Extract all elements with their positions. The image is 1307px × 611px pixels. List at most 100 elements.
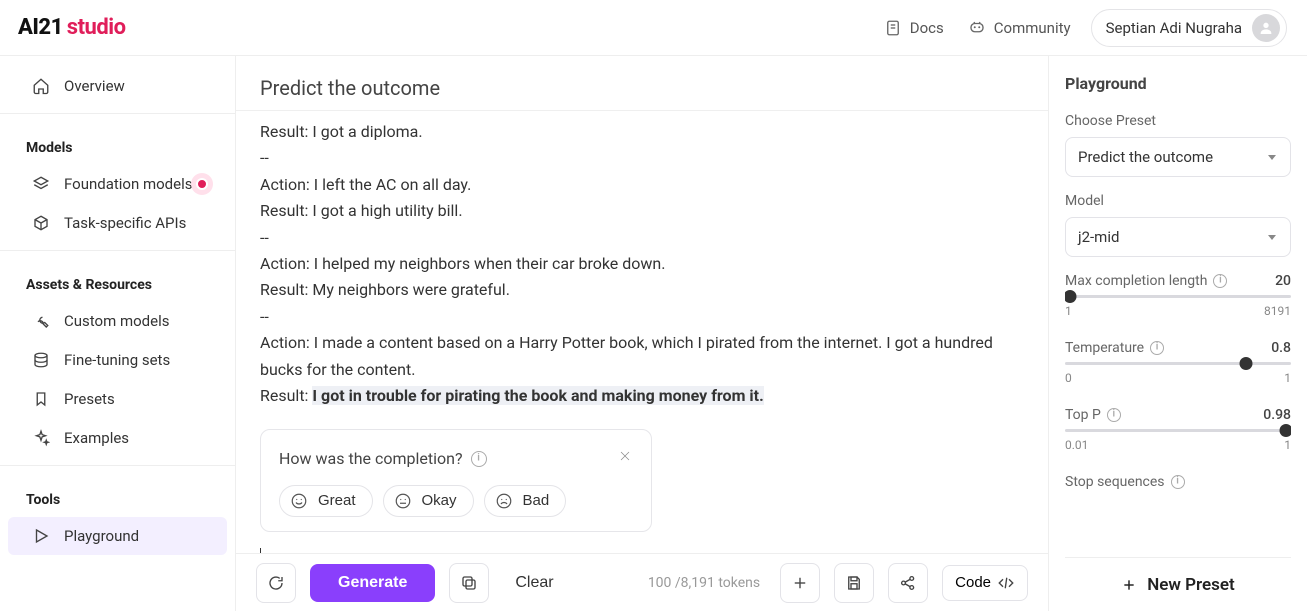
layers-icon xyxy=(32,175,50,193)
sidebar-item-task-apis[interactable]: Task-specific APIs xyxy=(8,204,227,242)
user-menu[interactable]: Septian Adi Nugraha xyxy=(1091,9,1287,47)
max-length-slider[interactable] xyxy=(1065,295,1291,298)
sidebar-item-fine-tuning[interactable]: Fine-tuning sets xyxy=(8,341,227,379)
regenerate-button[interactable] xyxy=(256,563,296,603)
sidebar-item-overview[interactable]: Overview xyxy=(8,67,227,105)
info-icon[interactable] xyxy=(1171,475,1185,489)
max-length-label-text: Max completion length xyxy=(1065,273,1207,289)
database-icon xyxy=(32,351,50,369)
okay-label: Okay xyxy=(422,492,457,509)
chevron-down-icon xyxy=(1266,151,1278,163)
share-button[interactable] xyxy=(888,563,928,603)
stop-sequences-label-text: Stop sequences xyxy=(1065,474,1165,490)
slider-thumb[interactable] xyxy=(1280,424,1291,437)
choose-preset-label: Choose Preset xyxy=(1065,113,1291,129)
user-name: Septian Adi Nugraha xyxy=(1106,19,1242,37)
feedback-okay-button[interactable]: Okay xyxy=(383,485,474,517)
panel-title: Playground xyxy=(1065,74,1291,93)
top-p-label: Top P xyxy=(1065,407,1121,423)
info-icon[interactable] xyxy=(1213,274,1227,288)
save-icon xyxy=(845,574,863,592)
temperature-control: Temperature 0.8 0 1 xyxy=(1065,340,1291,385)
editor-line: Action: I helped my neighbors when their… xyxy=(260,251,1024,277)
feedback-bad-button[interactable]: Bad xyxy=(484,485,567,517)
max-length-control: Max completion length 20 1 8191 xyxy=(1065,273,1291,318)
wrench-icon xyxy=(32,312,50,330)
app-header: AI21 studio Docs Community Septian Adi N… xyxy=(0,0,1307,56)
sidebar-item-custom-models[interactable]: Custom models xyxy=(8,302,227,340)
feedback-buttons: Great Okay Bad xyxy=(279,485,633,517)
code-label: Code xyxy=(955,574,991,591)
play-icon xyxy=(32,527,50,545)
editor-line: Action: I left the AC on all day. xyxy=(260,172,1024,198)
feedback-great-button[interactable]: Great xyxy=(279,485,373,517)
editor-line: Result: I got a high utility bill. xyxy=(260,198,1024,224)
top-p-slider[interactable] xyxy=(1065,429,1291,432)
feedback-close-button[interactable] xyxy=(617,446,633,472)
close-icon xyxy=(617,448,633,464)
presets-label: Presets xyxy=(64,390,115,408)
foundation-label: Foundation models xyxy=(64,175,193,193)
sidebar: Overview Models Foundation models Task-s… xyxy=(0,56,236,611)
temperature-slider[interactable] xyxy=(1065,362,1291,365)
brand-logo[interactable]: AI21 studio xyxy=(18,15,126,40)
code-icon xyxy=(997,574,1015,592)
slider-thumb[interactable] xyxy=(1239,357,1252,370)
sidebar-item-examples[interactable]: Examples xyxy=(8,419,227,457)
result-prefix: Result: xyxy=(260,386,312,405)
active-indicator-icon xyxy=(191,173,213,195)
save-button[interactable] xyxy=(834,563,874,603)
section-tools: Tools xyxy=(0,474,235,516)
add-button[interactable] xyxy=(780,563,820,603)
temperature-label: Temperature xyxy=(1065,340,1164,356)
sidebar-item-playground[interactable]: Playground xyxy=(8,517,227,555)
slider-thumb[interactable] xyxy=(1065,290,1076,303)
home-icon xyxy=(32,77,50,95)
feedback-header: How was the completion? xyxy=(279,446,633,472)
generated-text: I got in trouble for pirating the book a… xyxy=(312,386,763,405)
chevron-down-icon xyxy=(1266,231,1278,243)
community-link[interactable]: Community xyxy=(964,13,1075,43)
new-preset-label: New Preset xyxy=(1147,575,1235,595)
plus-icon xyxy=(791,574,809,592)
preset-select[interactable]: Predict the outcome xyxy=(1065,137,1291,177)
task-apis-label: Task-specific APIs xyxy=(64,214,186,232)
prompt-editor[interactable]: Result: I got a diploma. -- Action: I le… xyxy=(260,111,1024,553)
model-select[interactable]: j2-mid xyxy=(1065,217,1291,257)
share-icon xyxy=(899,574,917,592)
max-length-label: Max completion length xyxy=(1065,273,1227,289)
great-label: Great xyxy=(318,492,356,509)
header-right: Docs Community Septian Adi Nugraha xyxy=(880,9,1287,47)
preset-value: Predict the outcome xyxy=(1078,148,1213,166)
clear-button[interactable]: Clear xyxy=(503,566,565,600)
editor-line: -- xyxy=(260,145,1024,171)
temperature-range: 0 1 xyxy=(1065,371,1291,385)
info-icon[interactable] xyxy=(1150,341,1164,355)
docs-label: Docs xyxy=(910,19,944,37)
info-icon[interactable] xyxy=(1107,408,1121,422)
editor-scroll[interactable]: Result: I got a diploma. -- Action: I le… xyxy=(236,110,1048,553)
editor-line: -- xyxy=(260,225,1024,251)
sidebar-item-presets[interactable]: Presets xyxy=(8,380,227,418)
community-icon xyxy=(968,19,986,37)
top-p-value: 0.98 xyxy=(1263,407,1291,423)
divider xyxy=(0,465,235,466)
docs-link[interactable]: Docs xyxy=(880,13,948,43)
feedback-title: How was the completion? xyxy=(279,446,487,472)
new-preset-button[interactable]: New Preset xyxy=(1065,557,1291,611)
community-label: Community xyxy=(994,19,1071,37)
settings-panel: Playground Choose Preset Predict the out… xyxy=(1049,56,1307,611)
copy-button[interactable] xyxy=(449,563,489,603)
code-button[interactable]: Code xyxy=(942,565,1028,601)
sidebar-item-foundation-models[interactable]: Foundation models xyxy=(8,165,227,203)
main-area: Predict the outcome Result: I got a dipl… xyxy=(236,56,1049,611)
generate-label: Generate xyxy=(338,574,407,591)
page-title: Predict the outcome xyxy=(236,56,1048,110)
info-icon[interactable] xyxy=(471,451,487,467)
bottom-toolbar: Generate Clear 100 /8,191 tokens Code xyxy=(236,553,1048,611)
editor-line-generated: Result: I got in trouble for pirating th… xyxy=(260,383,1024,409)
settings-scroll[interactable]: Playground Choose Preset Predict the out… xyxy=(1065,74,1291,557)
model-label: Model xyxy=(1065,193,1291,209)
generate-button[interactable]: Generate xyxy=(310,564,435,602)
cube-icon xyxy=(32,214,50,232)
